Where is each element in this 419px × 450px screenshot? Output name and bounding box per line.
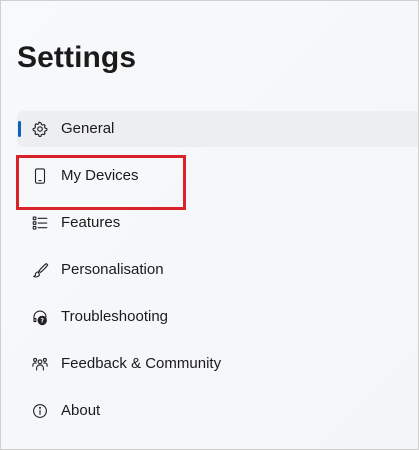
nav-label-my-devices: My Devices	[61, 167, 139, 184]
troubleshoot-icon: ?	[31, 308, 49, 326]
page-title: Settings	[17, 41, 137, 74]
settings-window: Settings General My Devices Features Per…	[0, 0, 419, 450]
nav-item-personalisation[interactable]: Personalisation	[17, 252, 418, 288]
phone-icon	[31, 167, 49, 185]
nav-label-general: General	[61, 120, 115, 137]
nav-item-troubleshooting[interactable]: ? Troubleshooting	[17, 299, 418, 335]
brush-icon	[31, 261, 49, 279]
nav-label-about: About	[61, 402, 101, 419]
people-icon	[31, 355, 49, 373]
svg-text:?: ?	[41, 318, 45, 325]
list-icon	[31, 214, 49, 232]
gear-icon	[31, 120, 49, 138]
nav-label-feedback-community: Feedback & Community	[61, 355, 222, 372]
nav-label-personalisation: Personalisation	[61, 261, 164, 278]
info-icon	[31, 402, 49, 420]
nav-label-features: Features	[61, 214, 121, 231]
sidebar-nav: General My Devices Features Personalisat…	[17, 111, 418, 440]
nav-item-features[interactable]: Features	[17, 205, 418, 241]
nav-item-feedback-community[interactable]: Feedback & Community	[17, 346, 418, 382]
nav-item-my-devices[interactable]: My Devices	[17, 158, 418, 194]
nav-item-general[interactable]: General	[17, 111, 418, 147]
nav-label-troubleshooting: Troubleshooting	[61, 308, 169, 325]
nav-item-about[interactable]: About	[17, 393, 418, 429]
